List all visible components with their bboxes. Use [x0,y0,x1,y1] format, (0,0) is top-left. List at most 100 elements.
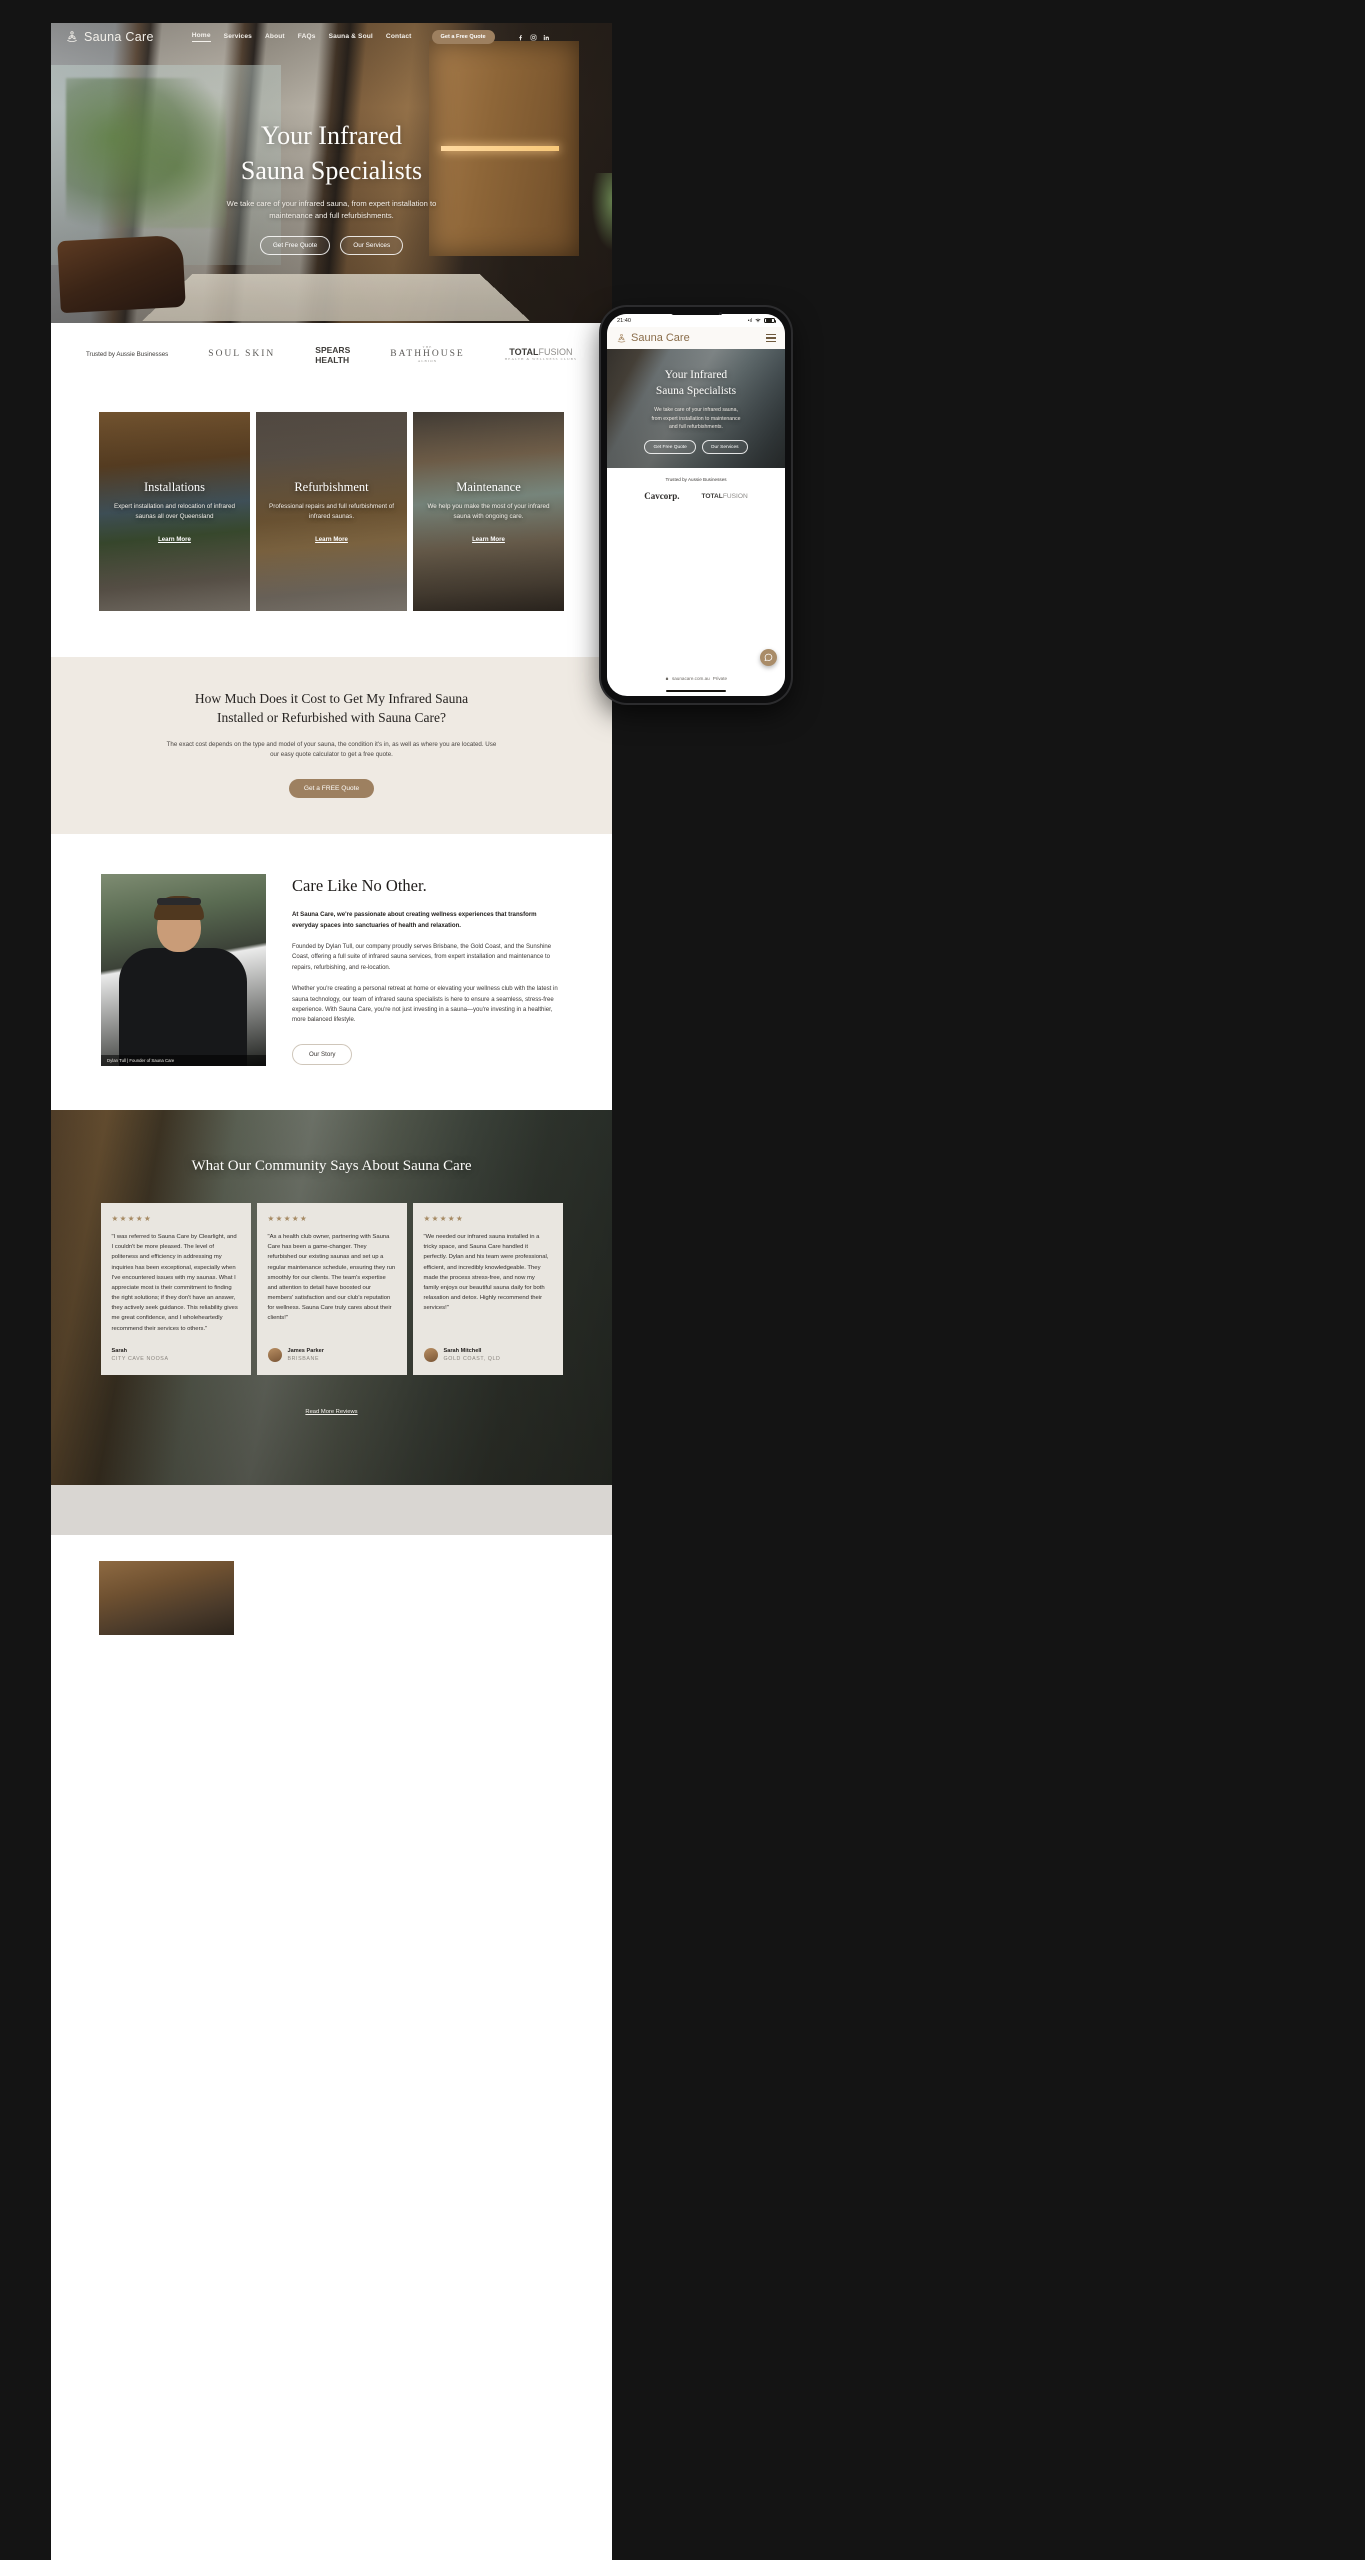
phone-trusted-logos: Trusted by Aussie Businesses Cavcorp. TO… [607,468,785,501]
testimonial-quote: "I was referred to Sauna Care by Clearli… [111,1234,238,1332]
testimonials-heading: What Our Community Says About Sauna Care [191,1158,472,1175]
nav-links: Home Services About FAQs Sauna & Soul Co… [191,32,412,42]
logo-soul-skin-text: SOUL SKIN [208,349,276,360]
about-heading: Care Like No Other. [292,876,427,896]
nav-item-about[interactable]: About [265,33,285,42]
hero-title: Your Infrared Sauna Specialists [51,119,612,188]
about-our-story-button[interactable]: Our Story [292,1043,353,1065]
service-card-installations[interactable]: Installations Expert installation and re… [99,412,250,611]
phone-trusted-label: Trusted by Aussie Businesses [665,477,727,482]
testimonial-author-location: CITY CAVE NOOSA [111,1355,169,1362]
hero-get-free-quote-button[interactable]: Get Free Quote [259,235,331,255]
hero-title-line-2: Sauna Specialists [240,155,423,185]
logo-totalfusion: TOTALFUSION HEALTH & WELLNESS CLUBS [504,347,578,362]
avatar [267,1347,282,1362]
service-card-learn-more-link[interactable]: Learn More [158,536,191,543]
service-card-learn-more-link[interactable]: Learn More [315,536,348,543]
phone-our-services-button[interactable]: Our Services [701,440,748,455]
about-paragraph-2: Whether you're creating a personal retre… [292,986,558,1024]
testimonial-author-name: Sarah Mitchell [443,1347,482,1354]
hero-title-line-1: Your Infrared [260,121,403,150]
mobile-phone-mockup: 21:40 •ıl Sauna Care Your Infrared Sauna… [601,307,791,703]
cellular-signal-icon: •ıl [747,317,752,324]
service-card-title: Maintenance [456,480,521,495]
nav-item-home[interactable]: Home [191,32,211,42]
founder-photo: Dylan Tull | Founder of Sauna Care [101,874,266,1067]
cost-get-free-quote-button[interactable]: Get a FREE Quote [288,779,375,799]
service-card-learn-more-link[interactable]: Learn More [472,536,505,543]
lotus-icon [67,31,77,43]
instagram-icon[interactable] [530,34,537,41]
phone-hero-subtitle: We take care of your infrared sauna, fro… [607,406,785,431]
section-divider-strip [51,1484,612,1535]
lotus-icon [617,333,626,342]
testimonial-author-name: Sarah [111,1347,128,1354]
phone-url-domain: saunacare.com.au [671,676,710,681]
founder-torso [119,948,247,1067]
hero-subtitle: We take care of your infrared sauna, fro… [51,198,612,222]
about-text-block: Care Like No Other. At Sauna Care, we're… [292,874,562,1066]
rating-stars: ★★★★★ [267,1214,309,1224]
cost-section: How Much Does it Cost to Get My Infrared… [51,657,612,835]
phone-notch [671,310,721,315]
chat-bubble-icon [764,653,773,662]
read-more-reviews-link[interactable]: Read More Reviews [51,1409,612,1415]
trusted-label: Trusted by Aussie Businesses [85,351,169,358]
phone-hero-content: Your Infrared Sauna Specialists We take … [607,349,785,455]
testimonial-author-location: GOLD COAST, QLD [443,1355,501,1362]
service-card-refurbishment[interactable]: Refurbishment Professional repairs and f… [256,412,407,611]
phone-brand-name: Sauna Care [631,332,690,344]
linkedin-icon[interactable] [543,34,550,41]
service-card-description: Expert installation and relocation of in… [113,503,236,520]
nav-item-contact[interactable]: Contact [386,33,412,42]
testimonial-author: Sarah CITY CAVE NOOSA [112,1348,240,1362]
service-card-maintenance[interactable]: Maintenance We help you make the most of… [413,412,564,611]
phone-home-indicator [666,689,726,692]
service-card-title: Refurbishment [294,480,369,495]
service-card-title: Installations [143,480,206,495]
rating-stars: ★★★★★ [111,1214,153,1224]
phone-browser-url-bar[interactable]: saunacare.com.au Private [607,673,785,684]
brand-logo[interactable]: Sauna Care [65,30,154,44]
service-card-description: Professional repairs and full refurbishm… [269,503,394,520]
nav-get-free-quote-button[interactable]: Get a Free Quote [431,30,495,44]
logo-bathhouse: THE BATHHOUSE ALBION [390,345,464,364]
hero-our-services-button[interactable]: Our Services [340,235,404,255]
phone-navigation-bar: Sauna Care [607,327,785,349]
testimonial-quote: "As a health club owner, partnering with… [267,1234,396,1322]
nav-item-faqs[interactable]: FAQs [298,33,316,42]
brand-name: Sauna Care [84,30,154,44]
testimonial-author: James Parker BRISBANE [267,1347,396,1362]
logo-totalfusion-sub: HEALTH & WELLNESS CLUBS [504,356,578,361]
chat-widget-button[interactable] [760,649,777,666]
founder-photo-caption: Dylan Tull | Founder of Sauna Care [101,1055,266,1067]
trusted-logos-strip: Trusted by Aussie Businesses SOUL SKIN S… [51,323,612,386]
phone-camera-dot [719,311,722,315]
wifi-icon [755,318,761,323]
nav-item-sauna-and-soul[interactable]: Sauna & Soul [329,33,373,42]
about-lead-paragraph: At Sauna Care, we're passionate about cr… [292,911,537,929]
logo-bathhouse-bottom: ALBION [417,358,438,363]
logo-cavcorp: Cavcorp. [644,491,680,501]
phone-hero-section: Your Infrared Sauna Specialists We take … [607,349,785,468]
phone-screen: 21:40 •ıl Sauna Care Your Infrared Sauna… [607,314,785,696]
phone-brand-logo[interactable]: Sauna Care [616,332,690,344]
testimonial-author-location: BRISBANE [287,1355,320,1362]
hero-subtitle-line-1: We take care of your infrared sauna, fro… [226,199,437,209]
phone-status-bar: 21:40 •ıl [607,314,785,327]
cost-heading-line-1: How Much Does it Cost to Get My Infrared… [194,691,469,706]
phone-hero-subtitle-line-2: from expert installation to maintenance [651,415,741,422]
hamburger-menu-icon[interactable] [766,334,776,342]
hero-section: Sauna Care Home Services About FAQs Saun… [51,23,612,323]
desktop-website-mockup: Sauna Care Home Services About FAQs Saun… [51,23,612,2560]
status-indicators: •ıl [747,317,776,324]
phone-hero-subtitle-line-3: and full refurbishments. [669,423,723,430]
about-section: Dylan Tull | Founder of Sauna Care Care … [51,834,612,1111]
phone-get-free-quote-button[interactable]: Get Free Quote [644,440,696,455]
facebook-icon[interactable] [517,34,524,41]
service-card-description: We help you make the most of your infrar… [427,503,550,520]
status-time: 21:40 [617,317,631,324]
cost-heading-line-2: Installed or Refurbished with Sauna Care… [216,710,447,726]
nav-item-services[interactable]: Services [224,33,252,42]
cost-paragraph: The exact cost depends on the type and m… [166,741,497,759]
